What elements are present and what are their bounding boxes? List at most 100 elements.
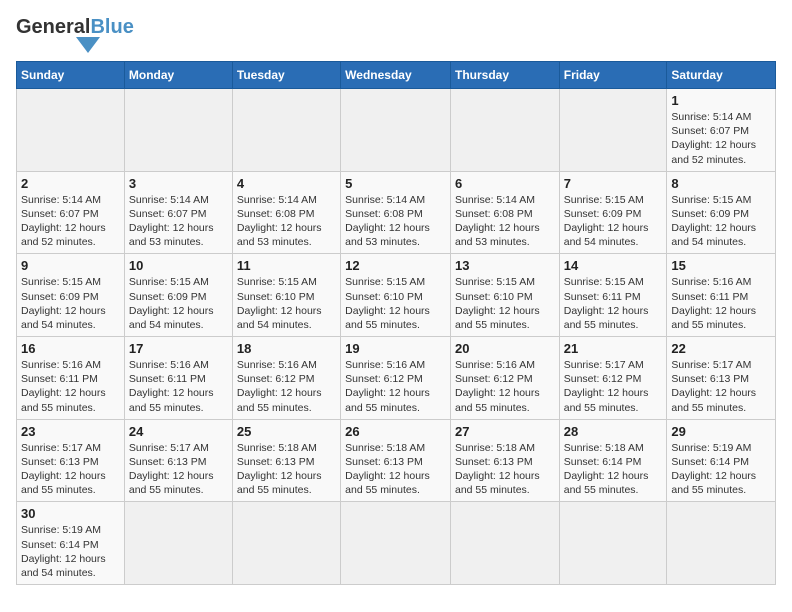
day-cell: 5 Sunrise: 5:14 AM Sunset: 6:08 PM Daylig… — [341, 171, 451, 254]
day-cell: 10Sunrise: 5:15 AM Sunset: 6:09 PM Dayli… — [124, 254, 232, 337]
day-cell: 22 Sunrise: 5:17 AM Sunset: 6:13 PM Dayli… — [667, 337, 776, 420]
day-number: 25 — [237, 424, 336, 439]
day-number: 13 — [455, 258, 555, 273]
day-number: 24 — [129, 424, 228, 439]
week-row-0: 1Sunrise: 5:14 AM Sunset: 6:07 PM Daylig… — [17, 89, 776, 172]
day-number: 22 — [671, 341, 771, 356]
col-header-monday: Monday — [124, 62, 232, 89]
day-cell: 20Sunrise: 5:16 AM Sunset: 6:12 PM Dayli… — [450, 337, 559, 420]
day-cell: 8Sunrise: 5:15 AM Sunset: 6:09 PM Daylig… — [667, 171, 776, 254]
day-number: 27 — [455, 424, 555, 439]
day-number: 7 — [564, 176, 663, 191]
day-number: 4 — [237, 176, 336, 191]
day-info: Sunrise: 5:17 AM Sunset: 6:12 PM Dayligh… — [564, 358, 663, 415]
day-cell — [450, 89, 559, 172]
day-number: 17 — [129, 341, 228, 356]
day-cell: 23 Sunrise: 5:17 AM Sunset: 6:13 PM Dayli… — [17, 419, 125, 502]
day-cell: 16 Sunrise: 5:16 AM Sunset: 6:11 PM Dayli… — [17, 337, 125, 420]
logo: General Blue — [16, 16, 134, 53]
day-info: Sunrise: 5:17 AM Sunset: 6:13 PM Dayligh… — [671, 358, 771, 415]
day-info: Sunrise: 5:15 AM Sunset: 6:09 PM Dayligh… — [21, 275, 120, 332]
day-info: Sunrise: 5:15 AM Sunset: 6:11 PM Dayligh… — [564, 275, 663, 332]
day-cell — [341, 89, 451, 172]
day-cell: 12 Sunrise: 5:15 AM Sunset: 6:10 PM Dayli… — [341, 254, 451, 337]
day-cell — [124, 502, 232, 585]
week-row-5: 30Sunrise: 5:19 AM Sunset: 6:14 PM Dayli… — [17, 502, 776, 585]
col-header-sunday: Sunday — [17, 62, 125, 89]
day-info: Sunrise: 5:18 AM Sunset: 6:14 PM Dayligh… — [564, 441, 663, 498]
day-cell — [450, 502, 559, 585]
day-number: 10 — [129, 258, 228, 273]
day-cell: 25 Sunrise: 5:18 AM Sunset: 6:13 PM Dayli… — [232, 419, 340, 502]
logo-triangle — [76, 37, 100, 53]
day-number: 29 — [671, 424, 771, 439]
col-header-saturday: Saturday — [667, 62, 776, 89]
day-info: Sunrise: 5:19 AM Sunset: 6:14 PM Dayligh… — [21, 523, 120, 580]
day-info: Sunrise: 5:16 AM Sunset: 6:11 PM Dayligh… — [129, 358, 228, 415]
day-number: 19 — [345, 341, 446, 356]
day-cell: 21Sunrise: 5:17 AM Sunset: 6:12 PM Dayli… — [559, 337, 667, 420]
day-number: 5 — [345, 176, 446, 191]
logo-text: General — [16, 16, 90, 39]
day-number: 12 — [345, 258, 446, 273]
day-info: Sunrise: 5:18 AM Sunset: 6:13 PM Dayligh… — [345, 441, 446, 498]
day-info: Sunrise: 5:16 AM Sunset: 6:12 PM Dayligh… — [345, 358, 446, 415]
week-row-4: 23 Sunrise: 5:17 AM Sunset: 6:13 PM Dayli… — [17, 419, 776, 502]
day-number: 11 — [237, 258, 336, 273]
day-number: 9 — [21, 258, 120, 273]
day-info: Sunrise: 5:14 AM Sunset: 6:08 PM Dayligh… — [345, 193, 446, 250]
logo-blue-text: Blue — [90, 16, 133, 39]
day-number: 23 — [21, 424, 120, 439]
day-cell — [559, 89, 667, 172]
day-cell: 11Sunrise: 5:15 AM Sunset: 6:10 PM Dayli… — [232, 254, 340, 337]
day-cell — [124, 89, 232, 172]
day-info: Sunrise: 5:15 AM Sunset: 6:10 PM Dayligh… — [345, 275, 446, 332]
day-cell: 7 Sunrise: 5:15 AM Sunset: 6:09 PM Daylig… — [559, 171, 667, 254]
day-cell: 27Sunrise: 5:18 AM Sunset: 6:13 PM Dayli… — [450, 419, 559, 502]
day-cell — [232, 502, 340, 585]
day-cell: 24 Sunrise: 5:17 AM Sunset: 6:13 PM Dayli… — [124, 419, 232, 502]
day-cell — [232, 89, 340, 172]
day-cell: 13 Sunrise: 5:15 AM Sunset: 6:10 PM Dayli… — [450, 254, 559, 337]
day-cell: 4Sunrise: 5:14 AM Sunset: 6:08 PM Daylig… — [232, 171, 340, 254]
page-header: General Blue — [16, 16, 776, 53]
day-info: Sunrise: 5:16 AM Sunset: 6:11 PM Dayligh… — [21, 358, 120, 415]
col-header-thursday: Thursday — [450, 62, 559, 89]
day-info: Sunrise: 5:17 AM Sunset: 6:13 PM Dayligh… — [21, 441, 120, 498]
day-number: 15 — [671, 258, 771, 273]
day-number: 1 — [671, 93, 771, 108]
col-header-tuesday: Tuesday — [232, 62, 340, 89]
day-number: 8 — [671, 176, 771, 191]
day-cell: 19 Sunrise: 5:16 AM Sunset: 6:12 PM Dayli… — [341, 337, 451, 420]
day-info: Sunrise: 5:15 AM Sunset: 6:09 PM Dayligh… — [564, 193, 663, 250]
day-cell: 18Sunrise: 5:16 AM Sunset: 6:12 PM Dayli… — [232, 337, 340, 420]
day-cell: 17 Sunrise: 5:16 AM Sunset: 6:11 PM Dayli… — [124, 337, 232, 420]
day-number: 2 — [21, 176, 120, 191]
week-row-1: 2 Sunrise: 5:14 AM Sunset: 6:07 PM Daylig… — [17, 171, 776, 254]
day-number: 18 — [237, 341, 336, 356]
day-number: 20 — [455, 341, 555, 356]
day-cell: 1Sunrise: 5:14 AM Sunset: 6:07 PM Daylig… — [667, 89, 776, 172]
week-row-3: 16 Sunrise: 5:16 AM Sunset: 6:11 PM Dayli… — [17, 337, 776, 420]
day-cell: 29 Sunrise: 5:19 AM Sunset: 6:14 PM Dayli… — [667, 419, 776, 502]
day-cell — [341, 502, 451, 585]
day-info: Sunrise: 5:16 AM Sunset: 6:11 PM Dayligh… — [671, 275, 771, 332]
day-cell: 2Sunrise: 5:14 AM Sunset: 6:07 PM Daylig… — [17, 171, 125, 254]
day-info: Sunrise: 5:14 AM Sunset: 6:07 PM Dayligh… — [129, 193, 228, 250]
week-row-2: 9 Sunrise: 5:15 AM Sunset: 6:09 PM Daylig… — [17, 254, 776, 337]
day-number: 16 — [21, 341, 120, 356]
day-number: 28 — [564, 424, 663, 439]
day-cell: 3Sunrise: 5:14 AM Sunset: 6:07 PM Daylig… — [124, 171, 232, 254]
day-cell: 28 Sunrise: 5:18 AM Sunset: 6:14 PM Dayli… — [559, 419, 667, 502]
day-info: Sunrise: 5:15 AM Sunset: 6:10 PM Dayligh… — [455, 275, 555, 332]
day-info: Sunrise: 5:18 AM Sunset: 6:13 PM Dayligh… — [237, 441, 336, 498]
day-info: Sunrise: 5:19 AM Sunset: 6:14 PM Dayligh… — [671, 441, 771, 498]
day-cell — [667, 502, 776, 585]
day-cell: 26Sunrise: 5:18 AM Sunset: 6:13 PM Dayli… — [341, 419, 451, 502]
calendar-table: SundayMondayTuesdayWednesdayThursdayFrid… — [16, 61, 776, 585]
day-cell: 6Sunrise: 5:14 AM Sunset: 6:08 PM Daylig… — [450, 171, 559, 254]
col-header-friday: Friday — [559, 62, 667, 89]
day-cell: 15 Sunrise: 5:16 AM Sunset: 6:11 PM Dayli… — [667, 254, 776, 337]
day-cell — [559, 502, 667, 585]
day-info: Sunrise: 5:17 AM Sunset: 6:13 PM Dayligh… — [129, 441, 228, 498]
